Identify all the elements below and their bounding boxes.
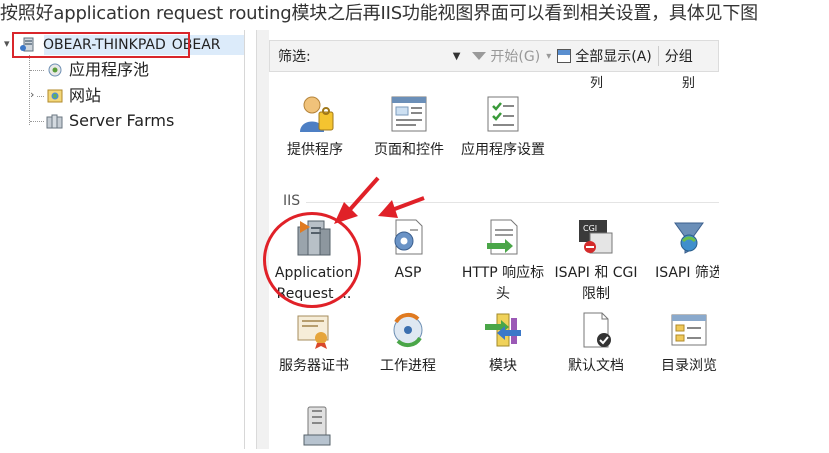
show-all-button[interactable]: 全部显示(A) (557, 46, 652, 66)
tile-app-settings[interactable]: 应用程序设置 (455, 94, 551, 161)
group-by-button[interactable]: 分组 (665, 46, 693, 66)
app-settings-icon (483, 94, 523, 134)
start-filter-button[interactable]: 开始(G) (472, 46, 540, 66)
isapi-filter-icon (669, 217, 709, 257)
tile-label: Application Request ... (274, 265, 354, 302)
default-document-icon (576, 310, 616, 350)
connections-tree (0, 30, 244, 449)
filter-input[interactable] (316, 44, 451, 68)
tile-default-document[interactable]: 默认文档 (548, 310, 644, 377)
page-caption: 按照好application request routing模块之后再IIS功能… (0, 3, 758, 24)
partial-tile-compression[interactable] (298, 405, 338, 449)
tree-item-label: Server Farms (69, 111, 175, 130)
server-farms-icon (46, 113, 64, 129)
tile-label: 应用程序设置 (461, 142, 545, 158)
show-all-label: 全部显示(A) (575, 49, 652, 65)
group-header-iis: IIS (283, 193, 301, 209)
tile-worker-processes[interactable]: 工作进程 (360, 310, 456, 377)
server-icon (20, 37, 38, 53)
providers-icon (295, 94, 335, 134)
root-label: OBEAR-THINKPAD (43, 37, 166, 53)
start-dropdown-icon[interactable]: ▾ (546, 51, 551, 62)
tile-label: 提供程序 (287, 142, 343, 158)
group-by-label: 分组 (664, 49, 693, 65)
tile-label: 页面和控件 (374, 142, 444, 158)
chevron-right-icon[interactable]: › (30, 88, 34, 101)
asp-icon (388, 217, 428, 257)
http-headers-icon (483, 217, 523, 257)
arr-server-icon (294, 217, 334, 257)
tree-item-label: 网站 (69, 86, 102, 105)
tile-label: ISAPI 和 CGI 限制 (554, 265, 638, 302)
tile-label: ASP (394, 265, 422, 281)
app-pool-icon (46, 62, 64, 78)
pages-controls-icon (389, 94, 429, 134)
tile-asp[interactable]: ASP (360, 217, 456, 284)
show-all-icon (557, 49, 572, 63)
directory-browsing-icon (669, 310, 709, 350)
tile-providers[interactable]: 提供程序 (267, 94, 363, 161)
funnel-icon (472, 52, 487, 60)
clipped-area (719, 30, 829, 449)
root-trailing-label: OBEAR (171, 37, 221, 53)
tree-guide-line (37, 96, 44, 97)
tree-item-label: 应用程序池 (69, 60, 150, 79)
chevron-down-icon[interactable]: ▾ (4, 37, 10, 50)
partial-tile-label: 别 (682, 76, 696, 91)
filter-label: 筛选: (278, 49, 311, 65)
tile-label: 工作进程 (380, 358, 436, 374)
tile-application-request-routing[interactable]: Application Request ... (266, 217, 362, 305)
tile-isapi-cgi-restrictions[interactable]: CGI ISAPI 和 CGI 限制 (548, 217, 644, 305)
tile-label: HTTP 响应标头 (461, 265, 545, 302)
filter-dropdown-icon[interactable]: ▼ (453, 51, 461, 62)
tree-guide-line (30, 70, 44, 71)
tile-server-certificates[interactable]: 服务器证书 (266, 310, 362, 377)
tree-item-sites[interactable]: 网站 (46, 85, 101, 107)
start-filter-label: 开始(G) (490, 49, 541, 65)
modules-icon (483, 310, 523, 350)
svg-text:CGI: CGI (583, 224, 597, 233)
sites-icon (46, 88, 64, 104)
tile-modules[interactable]: 模块 (455, 310, 551, 377)
worker-processes-icon (388, 310, 428, 350)
tile-label: 默认文档 (568, 358, 624, 374)
tile-http-response-headers[interactable]: HTTP 响应标头 (455, 217, 551, 305)
tree-item-app-pools[interactable]: 应用程序池 (46, 59, 149, 81)
tile-label: 服务器证书 (279, 358, 349, 374)
partial-tile-label: 列 (590, 76, 604, 91)
filter-toolbar: 筛选: ▼ 开始(G) ▾ 全部显示(A) 分组 (269, 40, 719, 72)
tree-guide-line (30, 121, 44, 122)
compression-icon (303, 406, 331, 446)
isapi-cgi-icon: CGI (576, 217, 616, 257)
tree-item-root[interactable]: OBEAR-THINKPAD OBEAR (20, 34, 221, 56)
tile-pages-controls[interactable]: 页面和控件 (361, 94, 457, 161)
server-certificates-icon (294, 310, 334, 350)
tree-item-server-farms[interactable]: Server Farms (46, 110, 174, 132)
tile-label: 模块 (489, 358, 517, 374)
toolbar-divider (657, 46, 659, 66)
